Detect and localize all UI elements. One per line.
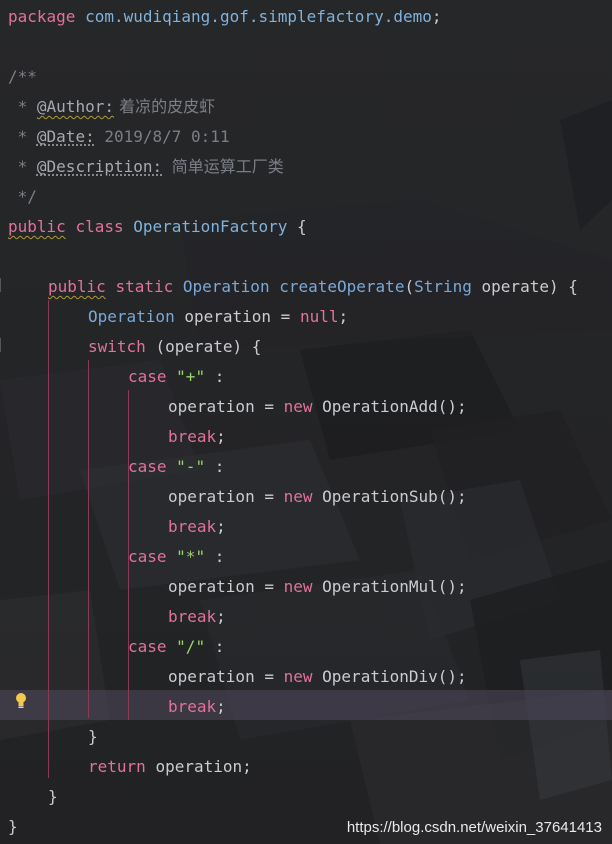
doc-comment-close: */ <box>17 187 37 206</box>
variable-name: operation <box>155 757 243 776</box>
keyword: case <box>128 637 167 656</box>
doc-value: 2019/8/7 0:11 <box>104 127 230 146</box>
variable-name: operation <box>168 667 255 686</box>
fold-marker[interactable] <box>0 338 7 352</box>
class-name: OperationFactory <box>133 217 288 236</box>
code-line: } <box>8 817 18 836</box>
code-line: case "-" : <box>128 457 225 476</box>
class-name: OperationDiv <box>322 667 438 686</box>
keyword: switch <box>88 337 146 356</box>
variable-name: operation <box>184 307 272 326</box>
watermark-text: https://blog.csdn.net/weixin_37641413 <box>346 819 602 836</box>
method-name: createOperate <box>279 277 405 296</box>
type-name: Operation <box>88 307 175 326</box>
class-name: OperationAdd <box>322 397 438 416</box>
code-line: */ <box>8 182 37 212</box>
keyword: public <box>8 217 66 236</box>
keyword: break <box>168 427 217 446</box>
keyword: case <box>128 547 167 566</box>
current-line-highlight <box>0 690 612 720</box>
keyword: new <box>283 577 313 596</box>
code-line-current: break; <box>168 697 226 716</box>
code-line: * @Date: 2019/8/7 0:11 <box>8 127 230 146</box>
code-line: public class OperationFactory { <box>8 217 307 236</box>
code-line: case "+" : <box>128 367 225 386</box>
code-line: operation = new OperationAdd(); <box>168 397 467 416</box>
code-line: operation = new OperationDiv(); <box>168 667 467 686</box>
keyword: break <box>168 607 217 626</box>
keyword: class <box>75 217 124 236</box>
code-line: * @Author: 着凉的皮皮虾 <box>8 97 216 116</box>
code-line: operation = new OperationMul(); <box>168 577 467 596</box>
lightbulb-icon[interactable] <box>14 692 28 710</box>
code-line: } <box>88 727 98 746</box>
keyword: new <box>283 667 313 686</box>
string-literal: "*" <box>176 547 206 566</box>
class-name: OperationSub <box>322 487 438 506</box>
code-line: case "/" : <box>128 637 225 656</box>
indent-guide-method <box>48 300 49 778</box>
package-name: com.wudiqiang.gof.simplefactory.demo <box>85 7 432 26</box>
code-editor[interactable]: package com.wudiqiang.gof.simplefactory.… <box>0 0 612 844</box>
doc-tag: @Date: <box>36 127 95 146</box>
code-line: package com.wudiqiang.gof.simplefactory.… <box>8 7 442 26</box>
keyword: public <box>48 277 106 296</box>
variable-name: operation <box>168 397 255 416</box>
doc-tag: @Author: <box>36 97 114 116</box>
code-line: public static Operation createOperate(St… <box>48 277 578 296</box>
code-line: operation = new OperationSub(); <box>168 487 467 506</box>
string-literal: "/" <box>176 637 206 656</box>
variable-name: operation <box>168 487 255 506</box>
param-name: operate <box>481 277 549 296</box>
code-line: switch (operate) { <box>88 337 262 356</box>
code-line: Operation operation = null; <box>88 307 349 326</box>
keyword: break <box>168 517 217 536</box>
keyword: break <box>168 697 217 716</box>
keyword: case <box>128 367 167 386</box>
code-line: break; <box>168 607 226 626</box>
indent-guide-switch <box>88 360 89 718</box>
type-name: String <box>414 277 472 296</box>
fold-marker[interactable] <box>0 278 7 292</box>
doc-tag: @Description: <box>36 157 163 176</box>
string-literal: "-" <box>176 457 206 476</box>
doc-value: 简单运算工厂类 <box>171 157 284 176</box>
keyword: static <box>115 277 174 296</box>
code-line: break; <box>168 427 226 446</box>
keyword: return <box>88 757 146 776</box>
switch-argument: (operate) <box>155 337 243 356</box>
code-line: } <box>48 787 58 806</box>
code-line: case "*" : <box>128 547 225 566</box>
keyword: new <box>283 397 313 416</box>
keyword: new <box>283 487 313 506</box>
code-line: break; <box>168 517 226 536</box>
code-line: return operation; <box>88 757 252 776</box>
doc-value: 着凉的皮皮虾 <box>119 97 216 116</box>
keyword: package <box>8 7 76 26</box>
string-literal: "+" <box>176 367 206 386</box>
code-line: * @Description: 简单运算工厂类 <box>8 157 284 176</box>
keyword: case <box>128 457 167 476</box>
variable-name: operation <box>168 577 255 596</box>
class-name: OperationMul <box>322 577 438 596</box>
code-line: /** <box>8 62 37 92</box>
type-name: Operation <box>182 277 270 296</box>
keyword: null <box>299 307 339 326</box>
doc-comment-open: /** <box>8 67 37 86</box>
